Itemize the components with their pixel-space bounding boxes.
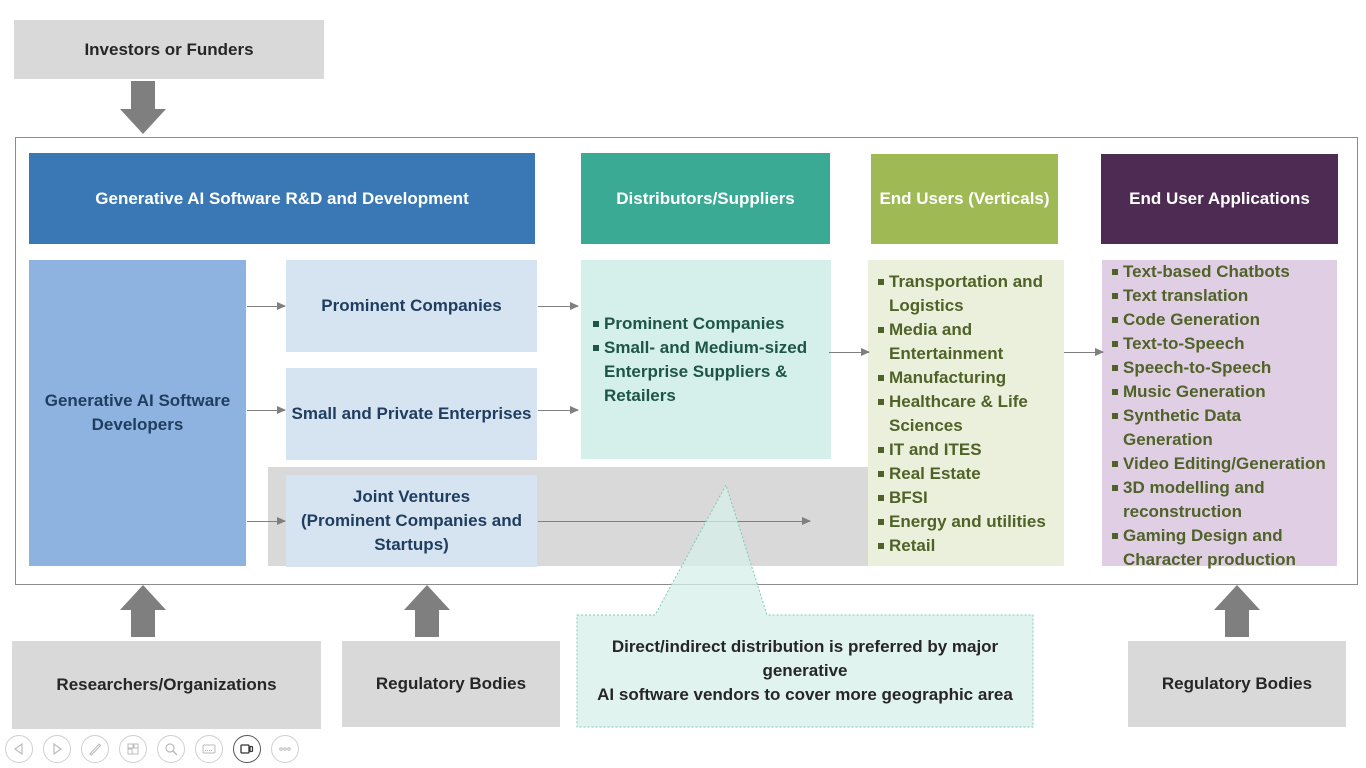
- joint-ventures-label-line1: Joint Ventures: [352, 487, 471, 506]
- arrow-down-icon: [120, 81, 166, 134]
- distributor-item: Small- and Medium-sized Enterprise Suppl…: [592, 336, 823, 408]
- end-users-header-label: End Users (Verticals): [879, 189, 1050, 208]
- distributors-box: Prominent Companies Small- and Medium-si…: [581, 260, 831, 459]
- vertical-item: Media and Entertainment: [877, 318, 1058, 366]
- arrow-right-icon: [1064, 348, 1104, 356]
- prominent-companies-box: Prominent Companies: [286, 260, 537, 352]
- arrow-right-icon: [829, 348, 870, 356]
- next-slide-button[interactable]: [43, 735, 71, 763]
- more-options-button[interactable]: [271, 735, 299, 763]
- regulatory-bodies-box-right: Regulatory Bodies: [1128, 641, 1346, 727]
- arrow-up-icon: [1214, 585, 1260, 637]
- camera-button[interactable]: [233, 735, 261, 763]
- small-private-enterprises-label: Small and Private Enterprises: [291, 404, 532, 423]
- investors-label: Investors or Funders: [84, 39, 254, 59]
- arrow-right-icon: [247, 517, 286, 525]
- previous-slide-button[interactable]: [5, 735, 33, 763]
- applications-list: Text-based Chatbots Text translation Cod…: [1111, 260, 1333, 572]
- pen-button[interactable]: [81, 735, 109, 763]
- small-private-enterprises-box: Small and Private Enterprises: [286, 368, 537, 460]
- vertical-item: Transportation and Logistics: [877, 270, 1058, 318]
- application-item: Music Generation: [1111, 380, 1333, 404]
- vertical-item: IT and ITES: [877, 438, 1058, 462]
- applications-header: End User Applications: [1101, 154, 1338, 244]
- arrow-up-icon: [120, 585, 166, 637]
- end-users-header: End Users (Verticals): [871, 154, 1058, 244]
- triangle-right-icon: [53, 742, 63, 756]
- arrow-right-icon: [538, 302, 579, 310]
- joint-ventures-label-line3: Startups): [374, 535, 449, 554]
- application-item: Video Editing/Generation: [1111, 452, 1333, 476]
- arrow-right-icon: [247, 302, 286, 310]
- arrow-up-icon: [404, 585, 450, 637]
- magnifier-icon: [165, 743, 178, 756]
- applications-box: Text-based Chatbots Text translation Cod…: [1102, 260, 1337, 569]
- regulatory-bodies-label-left: Regulatory Bodies: [375, 674, 527, 693]
- regulatory-bodies-box-left: Regulatory Bodies: [342, 641, 560, 727]
- arrow-right-icon: [538, 406, 579, 414]
- distributor-item: Prominent Companies: [592, 312, 823, 336]
- application-item: Synthetic Data Generation: [1111, 404, 1333, 452]
- joint-ventures-box: Joint Ventures (Prominent Companies and …: [286, 475, 537, 567]
- triangle-left-icon: [13, 742, 23, 756]
- researchers-box: Researchers/Organizations: [12, 641, 321, 729]
- application-item: Text-to-Speech: [1111, 332, 1333, 356]
- regulatory-bodies-label-right: Regulatory Bodies: [1161, 674, 1313, 693]
- callout-line2: AI software vendors to cover more geogra…: [597, 685, 1013, 704]
- slides-grid-icon: [127, 743, 139, 755]
- researchers-label: Researchers/Organizations: [56, 675, 277, 694]
- vertical-item: Healthcare & Life Sciences: [877, 390, 1058, 438]
- see-all-slides-button[interactable]: [119, 735, 147, 763]
- application-item: Text-based Chatbots: [1111, 260, 1333, 284]
- prominent-companies-label: Prominent Companies: [321, 296, 502, 315]
- distributors-list: Prominent Companies Small- and Medium-si…: [592, 312, 823, 408]
- applications-header-label: End User Applications: [1129, 189, 1310, 208]
- rnd-header: Generative AI Software R&D and Developme…: [29, 153, 535, 244]
- subtitles-button[interactable]: [195, 735, 223, 763]
- arrow-right-icon: [247, 406, 286, 414]
- application-item: 3D modelling and reconstruction: [1111, 476, 1333, 524]
- pen-icon: [89, 743, 102, 756]
- distributors-header: Distributors/Suppliers: [581, 153, 830, 244]
- zoom-button[interactable]: [157, 735, 185, 763]
- application-item: Speech-to-Speech: [1111, 356, 1333, 380]
- joint-ventures-label-line2: (Prominent Companies and: [300, 511, 523, 530]
- developers-label-line1: Generative AI Software: [44, 391, 231, 410]
- more-dots-icon: [279, 747, 291, 751]
- application-item: Code Generation: [1111, 308, 1333, 332]
- vertical-item: Manufacturing: [877, 366, 1058, 390]
- developers-label-line2: Developers: [91, 415, 184, 434]
- application-item: Text translation: [1111, 284, 1333, 308]
- subtitles-icon: [202, 744, 216, 754]
- distributors-header-label: Distributors/Suppliers: [616, 188, 795, 208]
- investors-box: Investors or Funders: [14, 20, 324, 79]
- camera-icon: [240, 744, 254, 754]
- callout-box: Direct/indirect distribution is preferre…: [577, 615, 1033, 727]
- application-item: Gaming Design and Character production: [1111, 524, 1333, 572]
- callout-line1: Direct/indirect distribution is preferre…: [611, 637, 999, 680]
- rnd-header-label: Generative AI Software R&D and Developme…: [95, 188, 469, 208]
- developers-box: Generative AI Software Developers: [29, 260, 246, 566]
